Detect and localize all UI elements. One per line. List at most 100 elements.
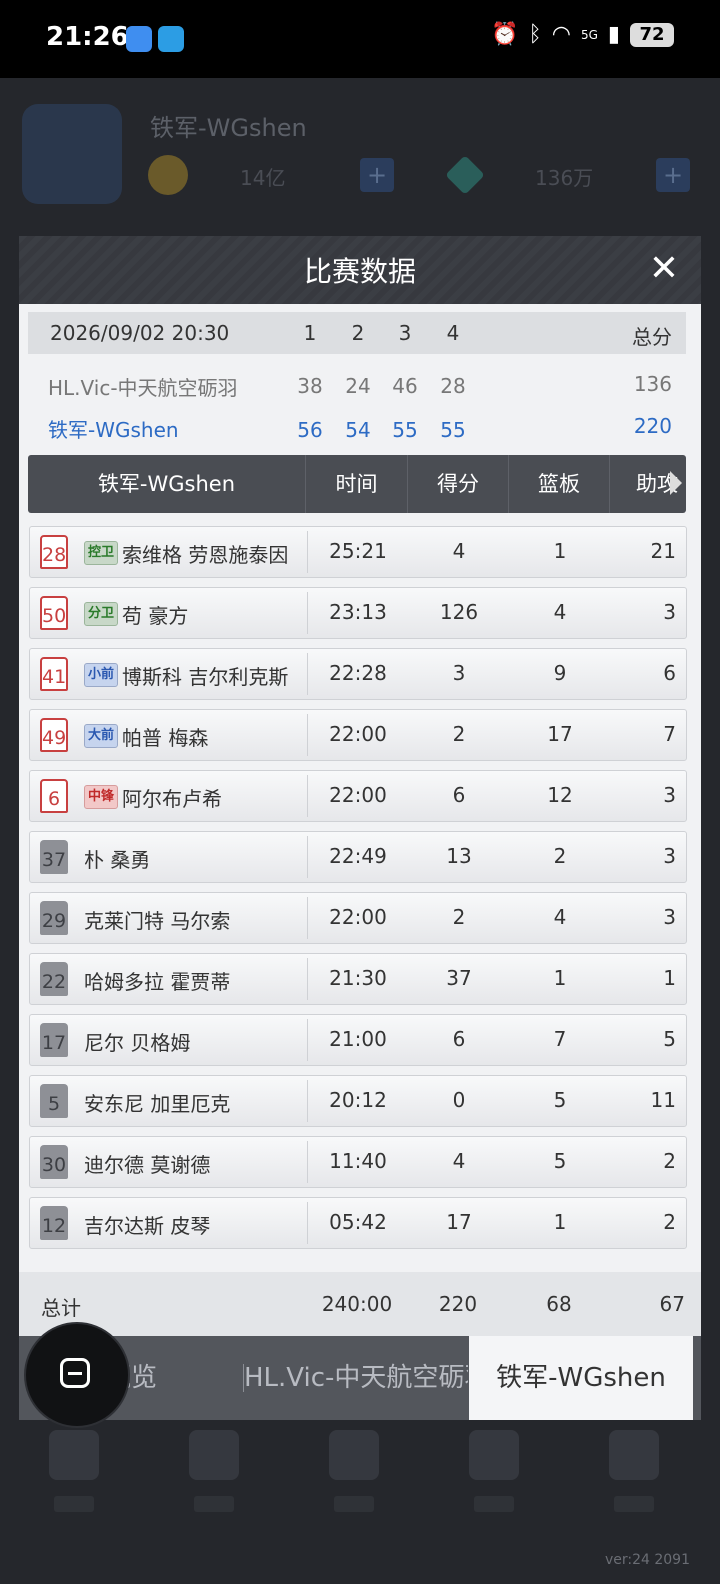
- column-header-points[interactable]: 得分: [408, 455, 509, 513]
- floating-window-button[interactable]: [24, 1322, 130, 1428]
- bg-currency1: 14亿: [240, 166, 286, 190]
- stat-time: 22:00: [329, 783, 387, 807]
- stat-assists: 7: [663, 722, 676, 746]
- scoreboard-row-away: HL.Vic-中天航空砺羽 38 24 46 28 136: [28, 364, 686, 404]
- player-row[interactable]: 22 哈姆多拉 霍贾蒂 21:30 37 1 1: [29, 953, 687, 1005]
- signal-label: 5G: [580, 27, 598, 42]
- player-row[interactable]: 50 分卫苟 豪方 23:13 126 4 3: [29, 587, 687, 639]
- weather-app-icon: [126, 26, 152, 52]
- column-header-time[interactable]: 时间: [306, 455, 408, 513]
- quarter-label-2: 2: [351, 321, 365, 345]
- player-row[interactable]: 49 大前 帕普 梅森 22:00 2 17 7: [29, 709, 687, 761]
- stat-points: 4: [452, 1149, 466, 1173]
- position-badge: 控卫: [84, 541, 119, 565]
- player-name: 苟 豪方: [122, 604, 189, 628]
- jersey-number: 29: [40, 901, 68, 935]
- stat-rebounds: 7: [553, 1027, 567, 1051]
- stat-time: 22:00: [329, 905, 387, 929]
- player-name: 克莱门特 马尔索: [84, 909, 231, 933]
- bg-nav-item-2: [184, 1430, 244, 1530]
- stat-time: 21:30: [329, 966, 387, 990]
- scroll-right-icon[interactable]: [670, 471, 682, 495]
- stat-rebounds: 1: [553, 539, 567, 563]
- position-badge: 大前: [84, 724, 119, 748]
- stat-time: 25:21: [329, 539, 387, 563]
- player-name: 吉尔达斯 皮琴: [84, 1214, 211, 1238]
- stat-time: 11:40: [329, 1149, 387, 1173]
- bg-nav-item-5: [604, 1430, 664, 1530]
- stat-rebounds: 4: [553, 600, 567, 624]
- stat-rebounds: 17: [547, 722, 573, 746]
- player-name: 帕普 梅森: [122, 726, 209, 750]
- column-header-rebounds[interactable]: 篮板: [509, 455, 610, 513]
- bg-add-gem-button: +: [656, 158, 690, 192]
- status-bar: 21:26 ⏰ ᛒ ◠ 5G ▮ 72: [0, 0, 720, 78]
- stat-assists: 6: [663, 661, 676, 685]
- coin-icon: [148, 155, 188, 195]
- player-row[interactable]: 37 朴 桑勇 22:49 13 2 3: [29, 831, 687, 883]
- player-row[interactable]: 5 安东尼 加里厄克 20:12 0 5 11: [29, 1075, 687, 1127]
- quarter-score: 46: [392, 374, 418, 398]
- stat-time: 20:12: [329, 1088, 387, 1112]
- stat-time: 21:00: [329, 1027, 387, 1051]
- stat-rebounds: 12: [547, 783, 573, 807]
- bg-add-coin-button: +: [360, 158, 394, 192]
- jersey-number: 6: [40, 779, 68, 813]
- stat-points: 13: [446, 844, 472, 868]
- player-name: 索维格 劳恩施泰因: [122, 543, 289, 567]
- alarm-icon: ⏰: [491, 22, 519, 47]
- tab-away-team[interactable]: HL.Vic-中天航空砺羽: [244, 1336, 468, 1420]
- telegram-app-icon: [158, 26, 184, 52]
- stat-points: 3: [452, 661, 466, 685]
- player-row[interactable]: 41 小前 博斯科 吉尔利克斯 22:28 3 9 6: [29, 648, 687, 700]
- wifi-icon: ◠: [551, 22, 571, 47]
- stat-points: 17: [446, 1210, 472, 1234]
- stat-time: 23:13: [329, 600, 387, 624]
- close-icon[interactable]: ✕: [649, 248, 679, 289]
- player-name: 哈姆多拉 霍贾蒂: [84, 970, 231, 994]
- status-time: 21:26: [46, 22, 129, 52]
- stat-points: 0: [452, 1088, 466, 1112]
- stat-rebounds: 5: [553, 1149, 567, 1173]
- stat-rebounds: 5: [553, 1088, 567, 1112]
- modal-title: 比赛数据: [303, 255, 416, 288]
- total-label: 总分: [632, 325, 672, 349]
- stat-points: 6: [452, 1027, 466, 1051]
- player-name: 阿尔布卢希: [122, 787, 222, 811]
- jersey-number: 17: [40, 1023, 68, 1057]
- player-row[interactable]: 17 尼尔 贝格姆 21:00 6 7 5: [29, 1014, 687, 1066]
- scoreboard-row-home: 铁军-WGshen 56 54 55 55 220: [28, 406, 686, 446]
- player-row[interactable]: 28 控卫 索维格 劳恩施泰因 25:21 4 1 21: [29, 526, 687, 578]
- quarter-score: 55: [440, 418, 466, 442]
- stat-rebounds: 1: [553, 966, 567, 990]
- quarter-score: 54: [345, 418, 371, 442]
- team-total: 220: [633, 414, 672, 438]
- bg-nav-item-4: [464, 1430, 524, 1530]
- stat-assists: 2: [663, 1149, 676, 1173]
- player-name: 博斯科 吉尔利克斯: [122, 665, 289, 689]
- tab-home-team[interactable]: 铁军-WGshen: [469, 1336, 693, 1420]
- stat-points: 37: [446, 966, 472, 990]
- bluetooth-icon: ᛒ: [528, 22, 542, 47]
- jersey-number: 49: [40, 718, 68, 752]
- team-column-header: 铁军-WGshen: [28, 455, 306, 513]
- player-row[interactable]: 6 中锋 阿尔布卢希 22:00 6 12 3: [29, 770, 687, 822]
- stats-table-header: 铁军-WGshen 时间 得分 篮板 助攻: [28, 455, 686, 513]
- match-datetime: 2026/09/02 20:30: [50, 321, 230, 345]
- team-logo: [22, 104, 122, 204]
- player-row[interactable]: 29 克莱门特 马尔索 22:00 2 4 3: [29, 892, 687, 944]
- version-label: ver:24 2091: [604, 1552, 690, 1568]
- totals-points: 220: [438, 1292, 478, 1316]
- position-badge: 小前: [84, 663, 119, 687]
- bg-nav-item-1: [44, 1430, 104, 1530]
- stat-assists: 3: [663, 844, 676, 868]
- stat-time: 22:28: [329, 661, 387, 685]
- totals-row: 总计 240:00 220 68 67: [19, 1272, 701, 1336]
- battery-indicator: 72: [630, 22, 674, 47]
- player-row[interactable]: 12 吉尔达斯 皮琴 05:42 17 1 2: [29, 1197, 687, 1249]
- totals-rebounds: 68: [546, 1292, 572, 1316]
- signal-icon: ▮: [607, 22, 620, 47]
- jersey-number: 22: [40, 962, 68, 996]
- bg-team-name: 铁军-WGshen: [150, 114, 307, 142]
- player-row[interactable]: 30 迪尔德 莫谢德 11:40 4 5 2: [29, 1136, 687, 1188]
